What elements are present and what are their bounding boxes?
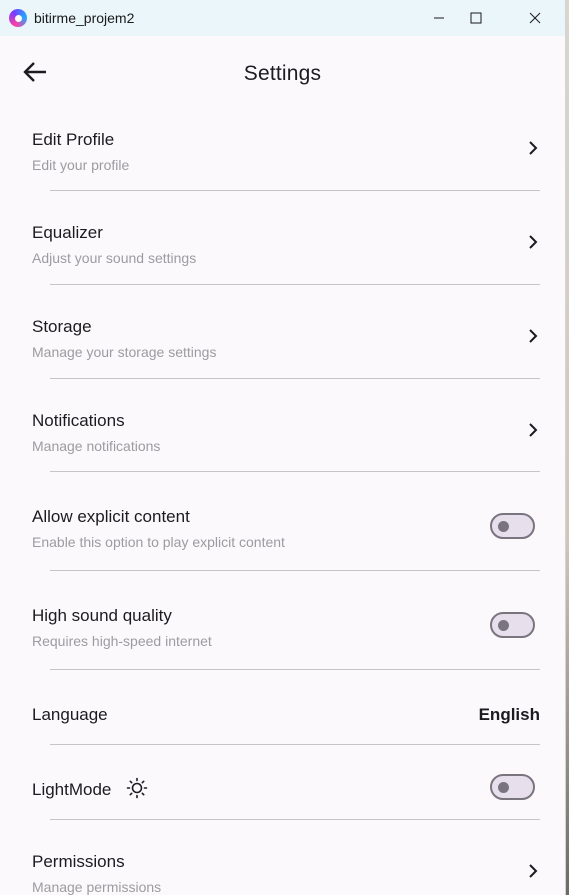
divider	[50, 190, 540, 191]
window-title: bitirme_projem2	[34, 10, 135, 26]
app-window: bitirme_projem2 Settings Edit Profile Ed…	[0, 0, 566, 895]
divider	[50, 744, 540, 745]
app-bar: Settings	[0, 36, 565, 110]
language-value: English	[478, 705, 540, 724]
toggle-knob	[498, 521, 509, 532]
minimize-icon	[434, 17, 444, 19]
item-subtitle: Requires high-speed internet	[32, 633, 212, 649]
item-title: LightMode	[32, 780, 112, 799]
lightmode-toggle[interactable]	[490, 774, 535, 800]
item-title: Allow explicit content	[32, 507, 190, 526]
item-title: Edit Profile	[32, 130, 115, 149]
item-subtitle: Enable this option to play explicit cont…	[32, 534, 285, 550]
item-title: Storage	[32, 317, 92, 336]
divider	[50, 819, 540, 820]
chevron-right-icon	[529, 141, 538, 155]
item-title: High sound quality	[32, 606, 172, 625]
chevron-right-icon	[529, 864, 538, 878]
settings-item-lightmode: LightMode	[0, 758, 565, 818]
window-titlebar: bitirme_projem2	[0, 0, 565, 36]
item-subtitle: Edit your profile	[32, 157, 130, 173]
high-sound-quality-toggle[interactable]	[490, 612, 535, 638]
item-title: Permissions	[32, 852, 125, 871]
chevron-right-icon	[529, 235, 538, 249]
chevron-right-icon	[529, 329, 538, 343]
close-icon	[529, 12, 541, 24]
item-title: Notifications	[32, 411, 125, 430]
settings-item-language[interactable]: Language English	[0, 683, 565, 743]
divider	[50, 669, 540, 670]
sun-icon	[126, 777, 148, 799]
item-subtitle: Adjust your sound settings	[32, 250, 197, 266]
divider	[50, 570, 540, 571]
settings-item-permissions[interactable]: Permissions Manage permissions	[0, 832, 565, 895]
divider	[50, 284, 540, 285]
toggle-knob	[498, 782, 509, 793]
settings-item-equalizer[interactable]: Equalizer Adjust your sound settings	[0, 203, 565, 297]
item-subtitle: Manage your storage settings	[32, 344, 217, 360]
item-title: Equalizer	[32, 223, 103, 242]
maximize-button[interactable]	[453, 0, 499, 36]
close-button[interactable]	[512, 0, 558, 36]
app-logo-icon	[9, 9, 27, 27]
item-subtitle: Manage permissions	[32, 879, 162, 895]
item-title: Language	[32, 705, 108, 724]
item-subtitle: Manage notifications	[32, 438, 161, 454]
maximize-icon	[470, 12, 482, 24]
page-title: Settings	[243, 62, 322, 85]
toggle-knob	[498, 620, 509, 631]
explicit-content-toggle[interactable]	[490, 513, 535, 539]
settings-item-storage[interactable]: Storage Manage your storage settings	[0, 297, 565, 391]
divider	[50, 378, 540, 379]
chevron-right-icon	[529, 423, 538, 437]
divider	[50, 471, 540, 472]
